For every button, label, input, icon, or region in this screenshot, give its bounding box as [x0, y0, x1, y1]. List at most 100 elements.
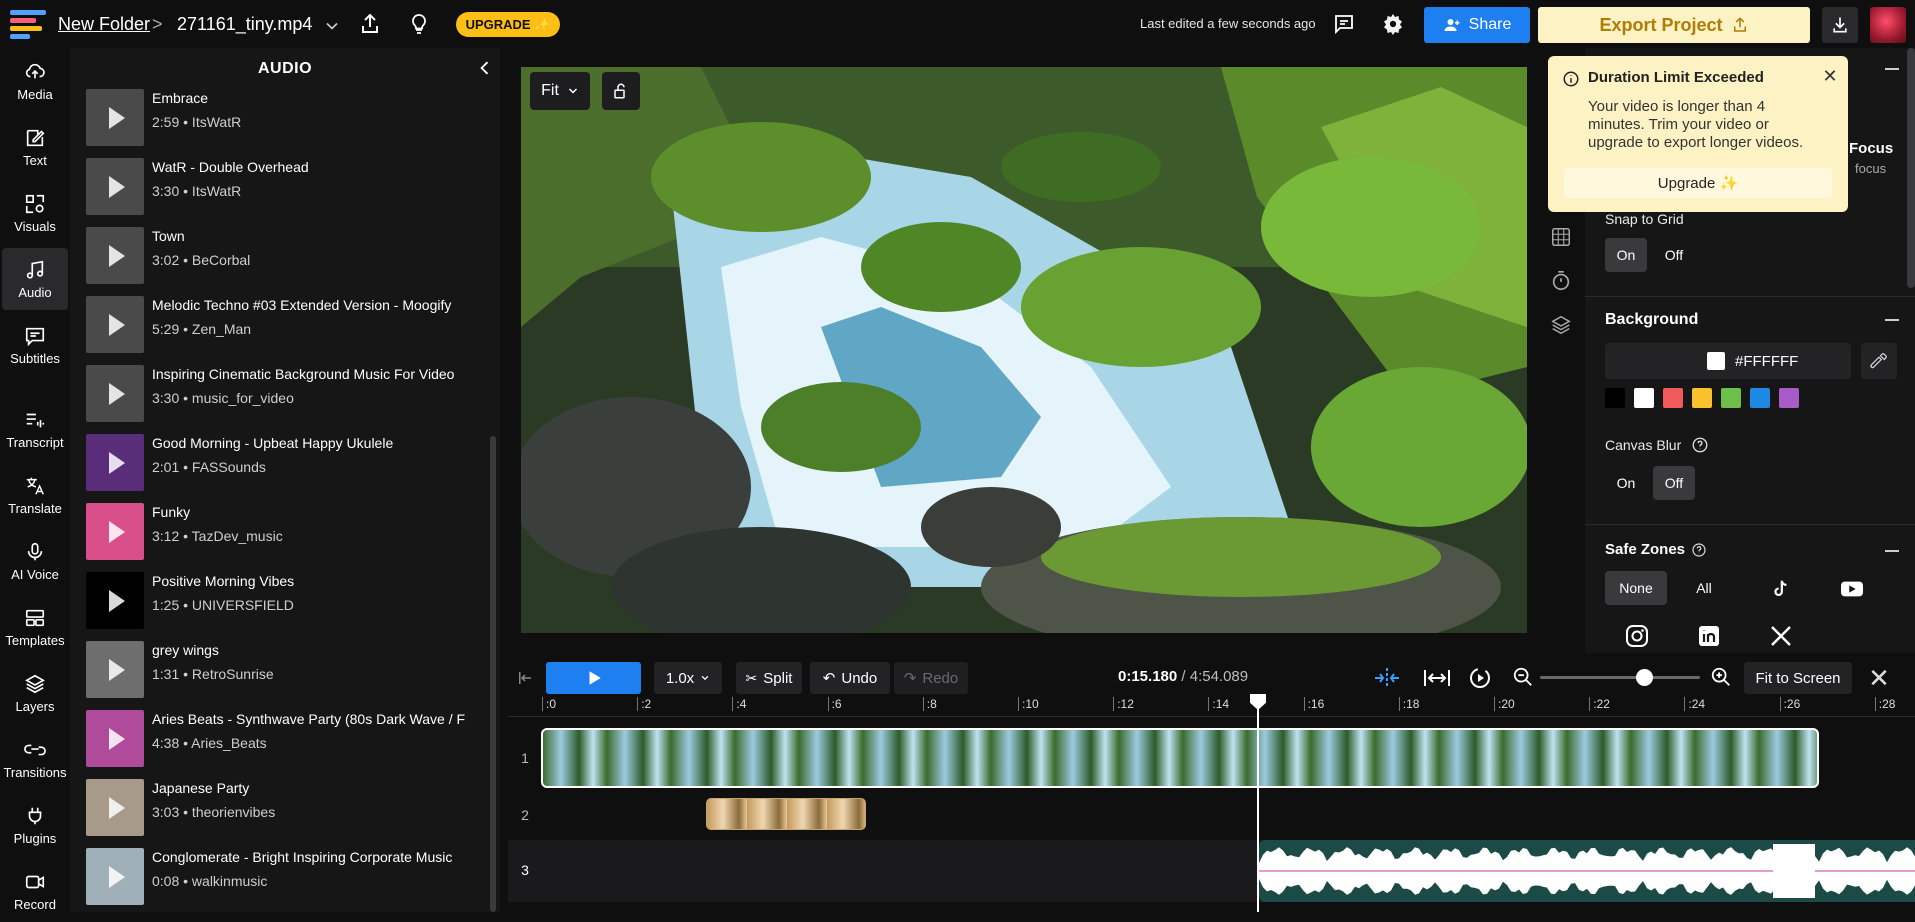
instagram-icon[interactable]	[1625, 624, 1649, 648]
breadcrumb-folder-link[interactable]: New Folder	[58, 14, 150, 35]
audio-track-item[interactable]: Positive Morning Vibes 1:25 • UNIVERSFIEL…	[86, 569, 486, 629]
properties-scrollbar[interactable]	[1907, 48, 1915, 288]
gear-icon[interactable]	[1381, 12, 1405, 36]
track-thumbnail[interactable]	[86, 296, 144, 353]
close-timeline-icon[interactable]: ✕	[1865, 664, 1893, 692]
audio-track-item[interactable]: Funky 3:12 • TazDev_music	[86, 500, 486, 560]
layers-icon[interactable]	[1550, 314, 1572, 336]
grid-icon[interactable]	[1550, 226, 1572, 248]
color-swatch[interactable]	[1663, 388, 1683, 408]
track-thumbnail[interactable]	[86, 89, 144, 146]
aspect-lock-button[interactable]	[602, 72, 640, 110]
timer-icon[interactable]	[1550, 270, 1572, 292]
blur-on-toggle[interactable]: On	[1605, 466, 1647, 500]
collapse-background-icon[interactable]	[1885, 319, 1899, 321]
audio-track-item[interactable]: Embrace 2:59 • ItsWatR	[86, 86, 486, 146]
download-button[interactable]	[1822, 7, 1858, 43]
track-thumbnail[interactable]	[86, 710, 144, 767]
linkedin-icon[interactable]	[1697, 624, 1721, 648]
panel-scrollbar[interactable]	[490, 436, 496, 912]
image-clip[interactable]	[706, 798, 866, 830]
magnet-snap-icon[interactable]	[1372, 666, 1402, 690]
nav-text[interactable]: Text	[0, 116, 70, 178]
track-thumbnail[interactable]	[86, 503, 144, 560]
audio-track-item[interactable]: Japanese Party 3:03 • theorienvibes	[86, 776, 486, 836]
color-swatch[interactable]	[1721, 388, 1741, 408]
nav-templates[interactable]: Templates	[0, 596, 70, 658]
timeline-ruler[interactable]: :0:2:4:6:8:10:12:14:16:18:20:22:24:26:28	[508, 697, 1915, 717]
color-swatch[interactable]	[1779, 388, 1799, 408]
comments-icon[interactable]	[1332, 12, 1356, 36]
collapse-safe-zones-icon[interactable]	[1885, 550, 1899, 552]
snap-on-toggle[interactable]: On	[1605, 238, 1647, 272]
background-color-field[interactable]: #FFFFFF	[1605, 343, 1851, 379]
color-swatch[interactable]	[1692, 388, 1712, 408]
nav-ai-voice[interactable]: AI Voice	[0, 530, 70, 592]
audio-track-item[interactable]: Aries Beats - Synthwave Party (80s Dark …	[86, 707, 486, 767]
zoom-slider-track[interactable]	[1540, 676, 1700, 679]
nav-media[interactable]: Media	[0, 50, 70, 112]
nav-audio[interactable]: Audio	[2, 248, 68, 310]
help-icon[interactable]	[1691, 436, 1709, 454]
split-button[interactable]: ✂ Split	[736, 662, 802, 694]
focus-label[interactable]: Focus	[1849, 140, 1893, 157]
audio-clip[interactable]	[1259, 840, 1915, 902]
audio-track-item[interactable]: Inspiring Cinematic Background Music For…	[86, 362, 486, 422]
audio-track-item[interactable]: Conglomerate - Bright Inspiring Corporat…	[86, 845, 486, 905]
safe-zone-none[interactable]: None	[1605, 571, 1667, 605]
share-upload-icon[interactable]	[358, 12, 382, 36]
x-twitter-icon[interactable]	[1769, 624, 1793, 648]
track-thumbnail[interactable]	[86, 365, 144, 422]
fit-clips-icon[interactable]	[1422, 666, 1452, 690]
playback-speed-dropdown[interactable]: 1.0x	[654, 662, 722, 694]
play-button[interactable]	[546, 662, 641, 694]
snap-off-toggle[interactable]: Off	[1653, 238, 1695, 272]
fit-to-screen-button[interactable]: Fit to Screen	[1744, 662, 1852, 694]
audio-track-item[interactable]: Good Morning - Upbeat Happy Ukulele 2:01 …	[86, 431, 486, 491]
playhead[interactable]	[1257, 694, 1259, 912]
audio-track-item[interactable]: Melodic Techno #03 Extended Version - Mo…	[86, 293, 486, 353]
export-project-button[interactable]: Export Project	[1538, 7, 1810, 43]
lightbulb-icon[interactable]	[407, 12, 431, 36]
nav-transitions[interactable]: Transitions	[0, 728, 70, 790]
zoom-in-icon[interactable]	[1710, 666, 1732, 688]
skip-to-start-icon[interactable]	[516, 668, 534, 688]
collapse-section-icon[interactable]	[1885, 68, 1899, 70]
upgrade-button[interactable]: UPGRADE ✨	[456, 12, 560, 37]
nav-translate[interactable]: Translate	[0, 464, 70, 526]
nav-plugins[interactable]: Plugins	[0, 794, 70, 856]
help-icon[interactable]	[1691, 542, 1707, 558]
color-swatch[interactable]	[1634, 388, 1654, 408]
track-thumbnail[interactable]	[86, 848, 144, 905]
collapse-panel-icon[interactable]	[475, 56, 495, 80]
audio-track-item[interactable]: grey wings 1:31 • RetroSunrise	[86, 638, 486, 698]
chevron-down-icon[interactable]	[322, 14, 342, 38]
track-thumbnail[interactable]	[86, 158, 144, 215]
share-button[interactable]: Share	[1424, 7, 1530, 43]
nav-record[interactable]: Record	[0, 860, 70, 922]
eyedropper-button[interactable]	[1861, 343, 1897, 379]
close-icon[interactable]: ✕	[1820, 66, 1840, 86]
undo-button[interactable]: ↶ Undo	[810, 662, 890, 694]
safe-zone-all[interactable]: All	[1673, 571, 1735, 605]
color-swatch[interactable]	[1605, 388, 1625, 408]
panel-resize-handle[interactable]	[500, 48, 508, 912]
user-avatar[interactable]	[1870, 7, 1906, 43]
audio-track-item[interactable]: WatR - Double Overhead 3:30 • ItsWatR	[86, 155, 486, 215]
zoom-slider-handle[interactable]	[1636, 669, 1653, 686]
track-thumbnail[interactable]	[86, 434, 144, 491]
project-name[interactable]: 271161_tiny.mp4	[177, 14, 312, 35]
nav-layers[interactable]: Layers	[0, 662, 70, 724]
zoom-out-icon[interactable]	[1512, 666, 1534, 688]
track-thumbnail[interactable]	[86, 227, 144, 284]
youtube-icon[interactable]	[1839, 578, 1865, 600]
blur-off-toggle[interactable]: Off	[1653, 466, 1695, 500]
nav-visuals[interactable]: Visuals	[0, 182, 70, 244]
nav-transcript[interactable]: Transcript	[0, 398, 70, 460]
track-thumbnail[interactable]	[86, 641, 144, 698]
video-clip[interactable]	[541, 728, 1819, 788]
track-thumbnail[interactable]	[86, 779, 144, 836]
redo-button[interactable]: ↷ Redo	[894, 662, 968, 694]
playback-loop-icon[interactable]	[1468, 666, 1492, 690]
nav-subtitles[interactable]: Subtitles	[0, 314, 70, 376]
